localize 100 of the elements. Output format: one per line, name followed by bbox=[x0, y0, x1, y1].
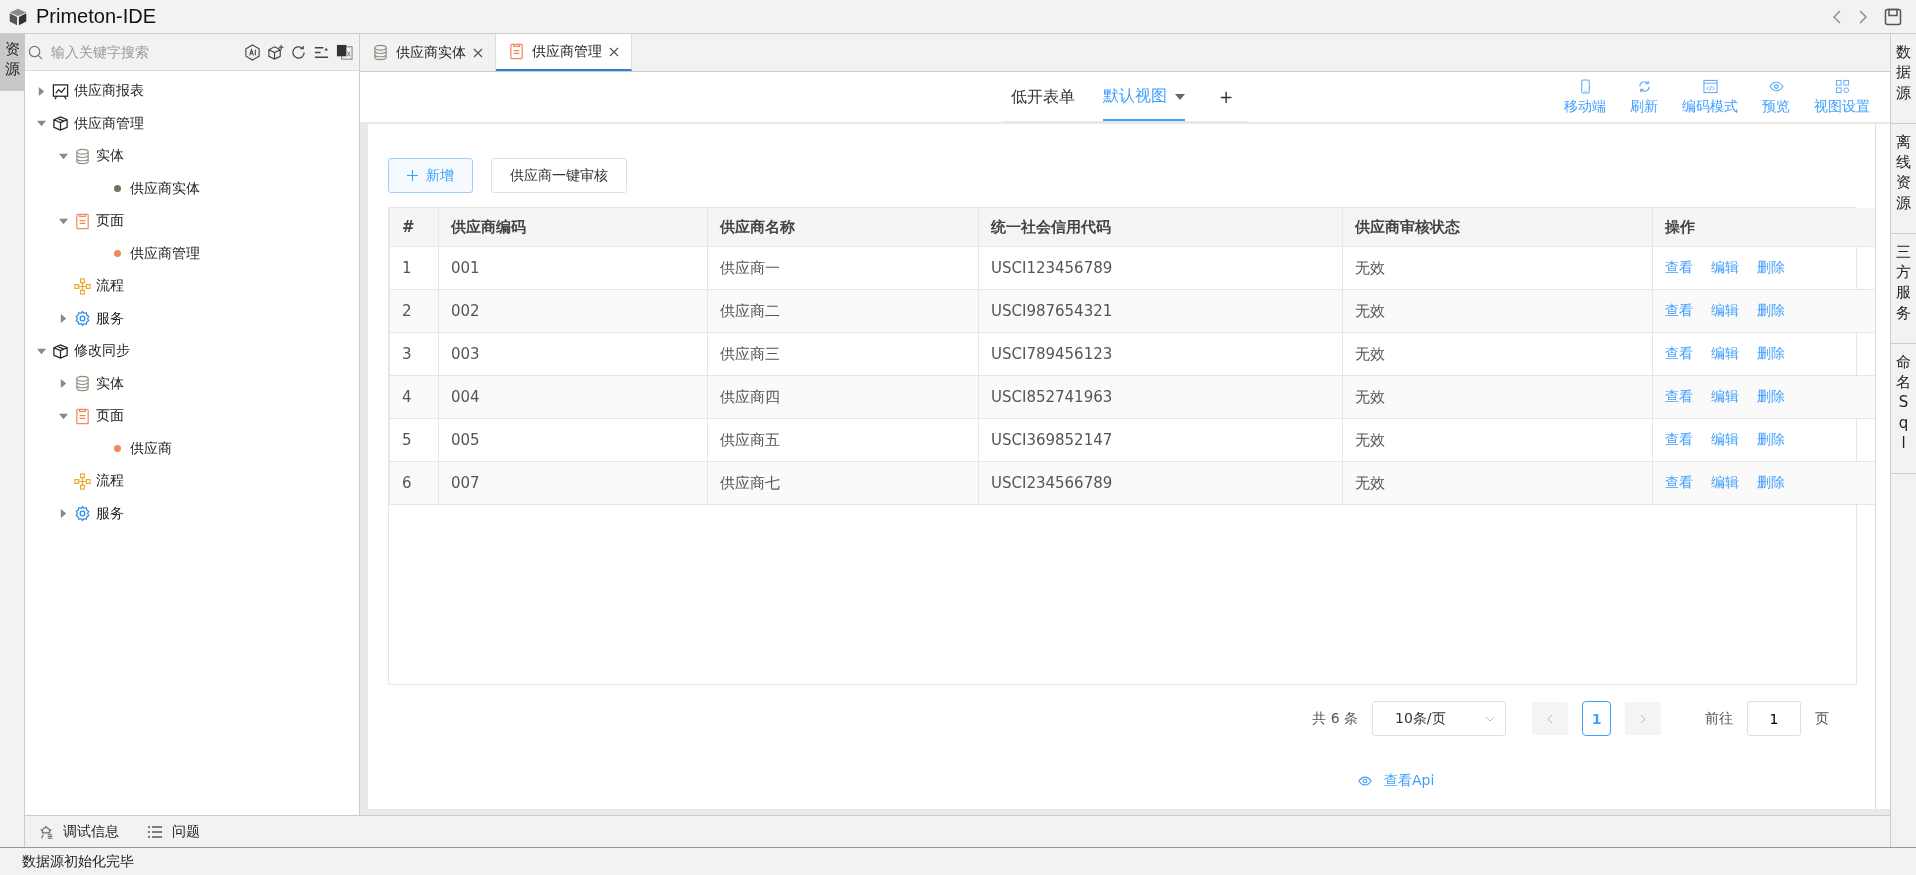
tree-item[interactable]: 修改同步 bbox=[74, 342, 130, 361]
table-cell: 无效 bbox=[1342, 332, 1653, 376]
tree-item[interactable]: 实体 bbox=[96, 374, 124, 393]
tree-item[interactable]: 供应商报表 bbox=[74, 82, 144, 101]
editor-tab[interactable]: 供应商管理 bbox=[496, 34, 632, 71]
table-cell: 007 bbox=[438, 461, 708, 505]
save-icon[interactable] bbox=[1884, 7, 1902, 26]
tree-item[interactable]: 服务 bbox=[96, 504, 124, 523]
table-cell: 无效 bbox=[1342, 289, 1653, 333]
search-icon bbox=[28, 44, 43, 60]
table-cell: 无效 bbox=[1342, 246, 1653, 290]
side-tab[interactable]: 数据源 bbox=[1891, 34, 1916, 124]
expand-arrow-icon[interactable] bbox=[59, 379, 68, 389]
table-cell: 001 bbox=[438, 246, 708, 290]
caret-icon[interactable] bbox=[1174, 93, 1185, 100]
tree-item[interactable]: 页面 bbox=[96, 212, 124, 231]
database-icon bbox=[74, 147, 91, 165]
chevron-down-icon bbox=[1485, 715, 1495, 722]
table-cell: 供应商二 bbox=[707, 289, 979, 333]
expand-arrow-icon[interactable] bbox=[37, 119, 46, 129]
total-count: 共 6 条 bbox=[1312, 709, 1358, 728]
tree-item[interactable]: 供应商 bbox=[130, 439, 172, 458]
side-tab[interactable]: 命名Sql bbox=[1891, 343, 1916, 474]
database-icon bbox=[372, 44, 389, 61]
gear-icon bbox=[74, 505, 91, 523]
column-header: 供应商审核状态 bbox=[1342, 208, 1653, 247]
goto-label: 前往 bbox=[1705, 709, 1733, 728]
panel-tab[interactable]: 调试信息 bbox=[38, 822, 119, 841]
side-tab[interactable]: 资源 bbox=[0, 34, 25, 91]
plus-icon bbox=[407, 170, 418, 181]
view-tab[interactable]: 低开表单 bbox=[1010, 72, 1075, 121]
page-size-select[interactable]: 10条/页 bbox=[1372, 701, 1506, 736]
chevron-right-icon bbox=[1640, 713, 1646, 724]
column-header: 供应商名称 bbox=[707, 208, 979, 247]
tree-item[interactable]: 供应商管理 bbox=[74, 114, 144, 133]
back-icon[interactable] bbox=[1832, 8, 1842, 25]
page-icon bbox=[74, 407, 91, 425]
panel-tab[interactable]: 问题 bbox=[147, 822, 200, 841]
table-cell: 供应商三 bbox=[707, 332, 979, 376]
table-cell: 无效 bbox=[1342, 375, 1653, 419]
column-header: # bbox=[389, 208, 439, 247]
close-icon[interactable] bbox=[609, 46, 619, 57]
expand-arrow-icon[interactable] bbox=[37, 86, 46, 96]
expand-arrow-icon[interactable] bbox=[59, 216, 68, 226]
package-icon bbox=[52, 342, 69, 360]
table-cell: 3 bbox=[389, 332, 439, 376]
refresh-icon[interactable] bbox=[290, 43, 307, 61]
table-cell: 供应商七 bbox=[707, 461, 979, 505]
tree-item[interactable]: 服务 bbox=[96, 309, 124, 328]
table-cell: 005 bbox=[438, 418, 708, 462]
package-icon bbox=[52, 115, 69, 133]
page-icon bbox=[508, 43, 525, 60]
code-icon bbox=[1702, 78, 1718, 94]
tree-item[interactable]: 实体 bbox=[96, 147, 124, 166]
expand-arrow-icon[interactable] bbox=[59, 151, 68, 161]
database-icon bbox=[74, 375, 91, 393]
tree-item[interactable]: 供应商管理 bbox=[130, 244, 200, 263]
table-cell: 无效 bbox=[1342, 418, 1653, 462]
table-cell: 4 bbox=[389, 375, 439, 419]
table-cell: 供应商五 bbox=[707, 418, 979, 462]
search-field[interactable]: 输入关键字搜索 bbox=[49, 39, 234, 65]
refresh-icon bbox=[1636, 78, 1652, 94]
expand-arrow-icon[interactable] bbox=[37, 346, 46, 356]
chevron-left-icon bbox=[1547, 713, 1553, 724]
ai-icon[interactable] bbox=[244, 43, 261, 61]
close-icon[interactable] bbox=[473, 47, 483, 58]
side-tab[interactable]: 离线资源 bbox=[1891, 123, 1916, 234]
table-cell: 6 bbox=[389, 461, 439, 505]
grid-icon bbox=[1834, 78, 1850, 94]
tree-item[interactable]: 流程 bbox=[96, 277, 124, 296]
table-cell: 5 bbox=[389, 418, 439, 462]
status-text: 数据源初始化完毕 bbox=[22, 852, 134, 871]
page-suffix: 页 bbox=[1815, 709, 1829, 728]
table-cell: 供应商一 bbox=[707, 246, 979, 290]
table-cell: 无效 bbox=[1342, 461, 1653, 505]
bug-icon bbox=[38, 823, 54, 840]
chart-icon bbox=[52, 82, 69, 100]
page-input[interactable]: 1 bbox=[1747, 701, 1801, 736]
table-cell: USCI987654321 bbox=[978, 289, 1343, 333]
gear-icon bbox=[74, 310, 91, 328]
translate-icon[interactable] bbox=[336, 43, 353, 61]
expand-arrow-icon[interactable] bbox=[59, 314, 68, 324]
toolbar-button[interactable]: 供应商一键审核 bbox=[491, 158, 627, 193]
expand-arrow-icon[interactable] bbox=[59, 509, 68, 519]
table-cell: 2 bbox=[389, 289, 439, 333]
flow-icon bbox=[74, 472, 91, 490]
list-icon bbox=[147, 824, 163, 839]
tree-item[interactable]: 流程 bbox=[96, 472, 124, 491]
side-tab[interactable]: 三方服务 bbox=[1891, 233, 1916, 344]
expand-arrow-icon[interactable] bbox=[59, 411, 68, 421]
flow-icon bbox=[74, 277, 91, 295]
forward-icon[interactable] bbox=[1858, 8, 1868, 25]
table-cell: USCI852741963 bbox=[978, 375, 1343, 419]
column-header: 供应商编码 bbox=[438, 208, 708, 247]
tree-item[interactable]: 供应商实体 bbox=[130, 179, 200, 198]
tree-item[interactable]: 页面 bbox=[96, 407, 124, 426]
new-package-icon[interactable] bbox=[267, 43, 284, 61]
eye-icon bbox=[1358, 774, 1372, 788]
scrollbar[interactable] bbox=[1875, 124, 1890, 809]
add-view-button[interactable]: + bbox=[1212, 86, 1240, 107]
